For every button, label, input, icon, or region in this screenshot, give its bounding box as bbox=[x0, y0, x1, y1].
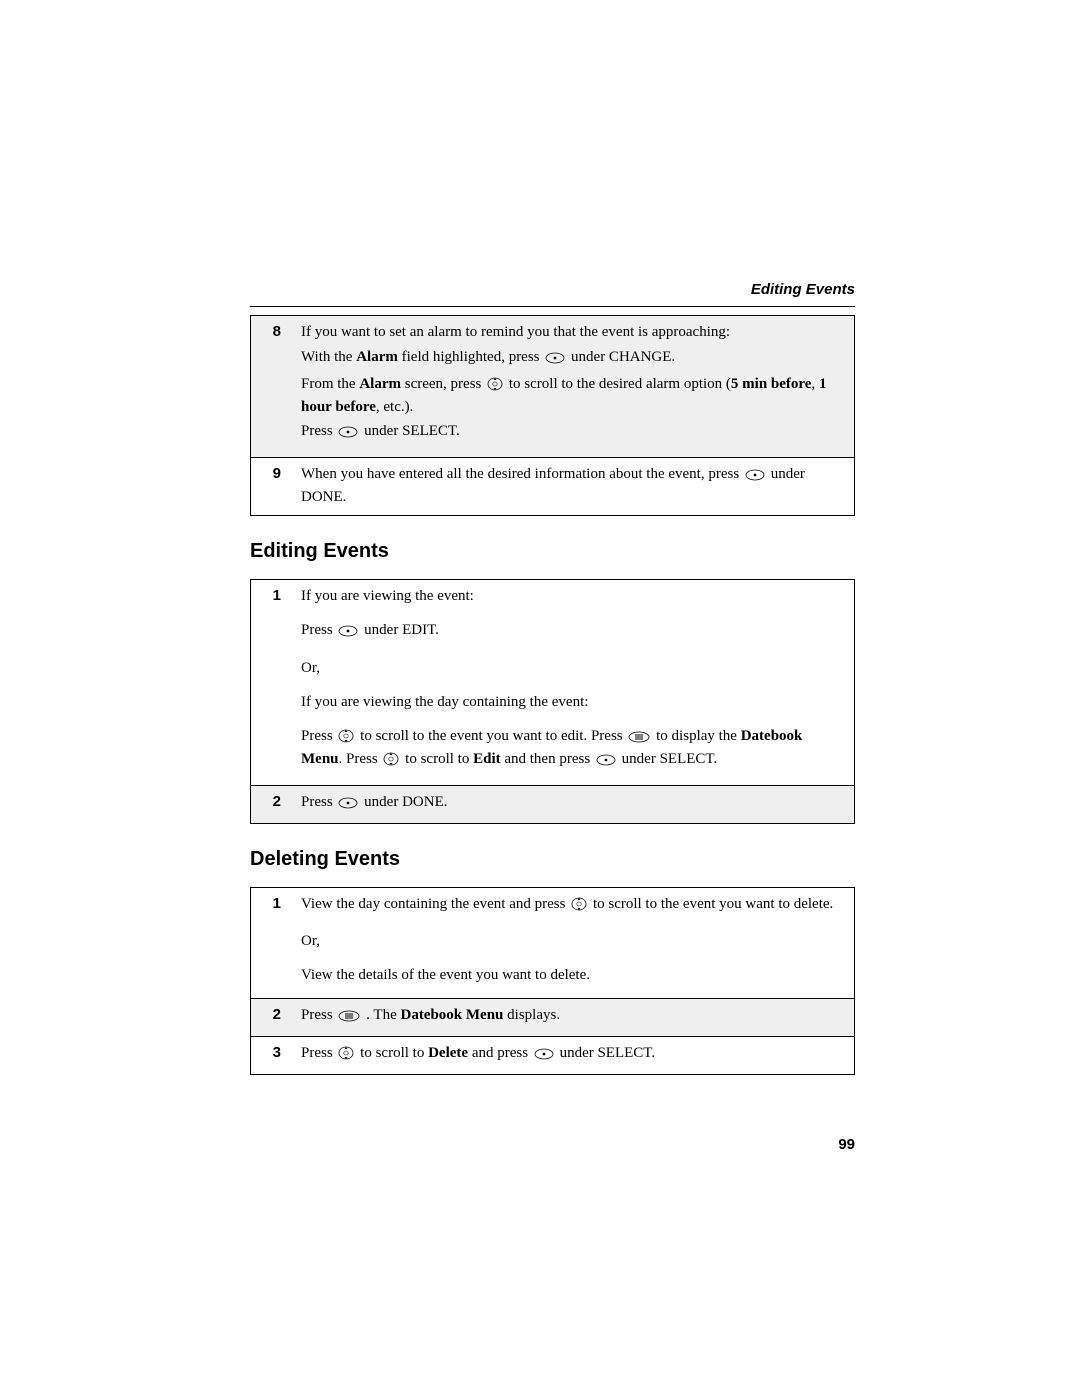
softkey-dot-icon bbox=[338, 795, 358, 815]
softkey-dot-icon bbox=[338, 424, 358, 444]
step-text: If you want to set an alarm to remind yo… bbox=[291, 316, 855, 457]
nav-ring-icon bbox=[338, 729, 354, 749]
softkey-dot-icon bbox=[545, 350, 565, 370]
step-row: 9 When you have entered all the desired … bbox=[251, 457, 855, 516]
step-text: View the day containing the event and pr… bbox=[291, 887, 855, 998]
step-row: 2 Press under DONE. bbox=[251, 785, 855, 823]
softkey-dot-icon bbox=[596, 752, 616, 772]
running-header: Editing Events bbox=[250, 280, 855, 300]
softkey-dot-icon bbox=[338, 623, 358, 643]
step-row: 1 If you are viewing the event: Press un… bbox=[251, 580, 855, 786]
editing-steps-table: 1 If you are viewing the event: Press un… bbox=[250, 579, 855, 824]
page-number: 99 bbox=[250, 1135, 855, 1155]
menu-key-icon bbox=[338, 1008, 360, 1028]
nav-ring-icon bbox=[571, 897, 587, 917]
step-number: 8 bbox=[251, 316, 292, 457]
document-page: Editing Events 8 If you want to set an a… bbox=[0, 0, 1080, 1397]
nav-ring-icon bbox=[338, 1046, 354, 1066]
nav-ring-icon bbox=[487, 377, 503, 397]
step-row: 2 Press . The Datebook Menu displays. bbox=[251, 998, 855, 1036]
step-text: When you have entered all the desired in… bbox=[291, 457, 855, 516]
section-heading-deleting: Deleting Events bbox=[250, 846, 855, 873]
softkey-dot-icon bbox=[745, 467, 765, 487]
step-number: 2 bbox=[251, 998, 292, 1036]
step-text: Press to scroll to Delete and press unde… bbox=[291, 1036, 855, 1074]
step-row: 8 If you want to set an alarm to remind … bbox=[251, 316, 855, 457]
step-number: 2 bbox=[251, 785, 292, 823]
step-text: Press under DONE. bbox=[291, 785, 855, 823]
step-number: 3 bbox=[251, 1036, 292, 1074]
menu-key-icon bbox=[628, 729, 650, 749]
step-text: If you are viewing the event: Press unde… bbox=[291, 580, 855, 786]
alarm-steps-table: 8 If you want to set an alarm to remind … bbox=[250, 315, 855, 516]
header-rule bbox=[250, 306, 855, 307]
step-number: 1 bbox=[251, 887, 292, 998]
step-number: 9 bbox=[251, 457, 292, 516]
step-text: Press . The Datebook Menu displays. bbox=[291, 998, 855, 1036]
step-number: 1 bbox=[251, 580, 292, 786]
deleting-steps-table: 1 View the day containing the event and … bbox=[250, 887, 855, 1075]
step-row: 3 Press to scroll to Delete and press un… bbox=[251, 1036, 855, 1074]
nav-ring-icon bbox=[383, 752, 399, 772]
section-heading-editing: Editing Events bbox=[250, 538, 855, 565]
step-row: 1 View the day containing the event and … bbox=[251, 887, 855, 998]
softkey-dot-icon bbox=[534, 1046, 554, 1066]
